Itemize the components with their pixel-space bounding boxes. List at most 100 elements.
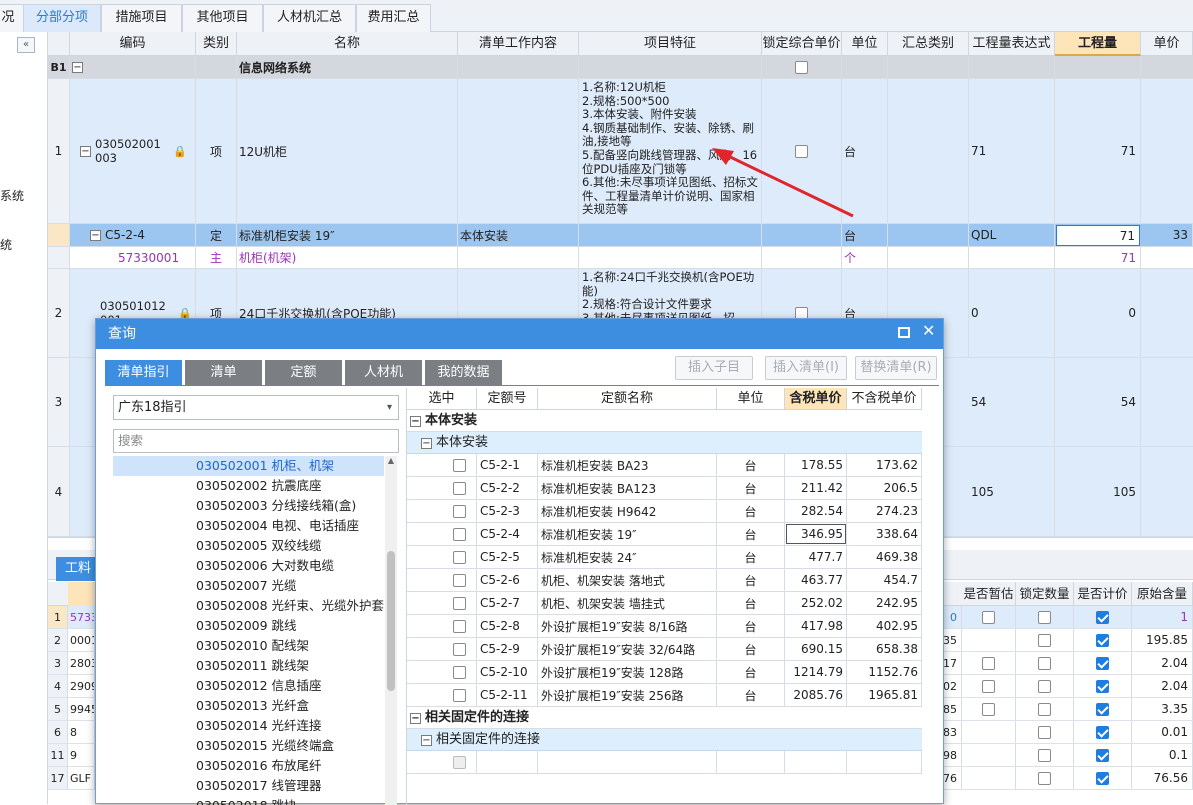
provisional-checkbox[interactable] [962, 767, 1016, 789]
checkbox[interactable] [453, 481, 466, 495]
checkbox[interactable] [1096, 702, 1109, 716]
col-header-name[interactable]: 名称 [237, 32, 458, 56]
table-row[interactable]: 1 − 030502001003 🔒 项 12U机柜 1.名称:12U机柜 2.… [48, 79, 1193, 224]
quota-row[interactable]: C5-2-10 外设扩展柜19″安装 128路台 1214.79 1152.76 [407, 661, 922, 684]
checkbox[interactable] [453, 619, 466, 633]
tab-labor-material[interactable]: 人材机 [345, 360, 422, 385]
tree-item[interactable]: 030502016 布放尾纤 [113, 756, 384, 776]
group-row[interactable]: − 本体安装 [407, 410, 922, 432]
lock-qty-checkbox[interactable] [1016, 606, 1074, 628]
replace-bill-button[interactable]: 替换清单(R) [855, 356, 937, 380]
table-row[interactable]: 57330001 主 机柜(机架) 个 71 [48, 247, 1193, 269]
col-header-unit[interactable]: 单位 [842, 32, 888, 56]
provisional-checkbox[interactable] [962, 721, 1016, 743]
quota-row[interactable]: C5-2-5 标准机柜安装 24″ 台 477.7 469.38 [407, 546, 922, 569]
checkbox[interactable] [1096, 656, 1109, 670]
lock-price-checkbox[interactable] [762, 56, 842, 78]
guide-select[interactable]: 广东18指引 ▾ [113, 395, 399, 420]
tab-other-items[interactable]: 其他项目 [182, 4, 263, 32]
col-header-code[interactable]: 编码 [70, 32, 196, 56]
scrollbar-thumb[interactable] [387, 551, 395, 691]
provisional-checkbox[interactable] [962, 652, 1016, 674]
quota-row-empty[interactable] [407, 751, 922, 774]
quota-row[interactable]: C5-2-1 标准机柜安装 BA23 台 178.55 173.62 [407, 454, 922, 477]
quota-row[interactable]: C5-2-11 外设扩展柜19″安装 256路台 2085.76 1965.81 [407, 684, 922, 707]
tree-item[interactable]: 030502005 双绞线缆 [113, 536, 384, 556]
checkbox[interactable] [453, 527, 466, 541]
collapse-icon[interactable]: − [80, 145, 91, 157]
col-header-select[interactable]: 选中 [407, 388, 477, 410]
checkbox[interactable] [453, 755, 466, 769]
collapse-icon[interactable]: − [410, 416, 421, 427]
insert-bill-button[interactable]: 插入清单(I) [765, 356, 847, 380]
provisional-checkbox[interactable] [962, 744, 1016, 766]
select-checkbox[interactable] [407, 592, 477, 614]
select-checkbox[interactable] [407, 615, 477, 637]
quota-row[interactable]: C5-2-4 标准机柜安装 19″ 台 346.95 338.64 [407, 523, 922, 546]
scroll-up-icon[interactable]: ▲ [385, 456, 397, 468]
select-checkbox[interactable] [407, 569, 477, 591]
tab-bill-guide[interactable]: 清单指引 [105, 360, 182, 385]
left-nav-item[interactable]: 系统 [0, 187, 24, 204]
priced-checkbox[interactable] [1074, 606, 1132, 628]
tree-item[interactable]: 030502002 抗震底座 [113, 476, 384, 496]
col-header-type[interactable]: 类别 [196, 32, 237, 56]
select-checkbox[interactable] [407, 684, 477, 706]
lock-qty-checkbox[interactable] [1016, 698, 1074, 720]
checkbox[interactable] [1096, 679, 1109, 693]
col-header-quota-no[interactable]: 定额号 [477, 388, 538, 410]
lock-qty-checkbox[interactable] [1016, 652, 1074, 674]
tree-item[interactable]: 030502017 线管理器 [113, 776, 384, 796]
tab-materials[interactable]: 工料 [56, 557, 100, 581]
quota-row[interactable]: C5-2-7 机柜、机架安装 墙挂式台 252.02 242.95 [407, 592, 922, 615]
checkbox[interactable] [982, 679, 995, 693]
tree-item[interactable]: 030502004 电视、电话插座 [113, 516, 384, 536]
lock-qty-checkbox[interactable] [1016, 721, 1074, 743]
col-header-qty-expr[interactable]: 工程量表达式 [969, 32, 1055, 56]
lock-qty-checkbox[interactable] [1016, 767, 1074, 789]
checkbox[interactable] [1038, 610, 1051, 624]
select-checkbox[interactable] [407, 454, 477, 476]
priced-checkbox[interactable] [1074, 721, 1132, 743]
collapse-icon[interactable]: − [421, 735, 432, 746]
maximize-icon[interactable] [898, 327, 910, 338]
col-header-original-content[interactable]: 原始含量 [1132, 582, 1193, 606]
group-toggle[interactable]: − [70, 56, 196, 78]
provisional-checkbox[interactable] [962, 698, 1016, 720]
col-header-lock-qty[interactable]: 锁定数量 [1016, 582, 1074, 606]
select-checkbox[interactable] [407, 661, 477, 683]
select-checkbox[interactable] [407, 523, 477, 545]
subgroup-row[interactable]: − 相关固定件的连接 [407, 729, 922, 751]
insert-sub-item-button[interactable]: 插入子目 [675, 356, 753, 380]
tab-overview[interactable]: 况 [0, 4, 24, 32]
col-header-unit-price[interactable]: 单价 [1141, 32, 1193, 56]
tree-item[interactable]: 030502015 光缆终端盒 [113, 736, 384, 756]
tree-item[interactable]: 030502011 跳线架 [113, 656, 384, 676]
checkbox[interactable] [453, 504, 466, 518]
tree-item[interactable]: 030502001 机柜、机架 [113, 456, 384, 476]
lock-qty-checkbox[interactable] [1016, 744, 1074, 766]
checkbox[interactable] [1038, 633, 1051, 647]
collapse-icon[interactable]: − [410, 713, 421, 724]
checkbox[interactable] [453, 642, 466, 656]
col-header-quantity[interactable]: 工程量 [1055, 32, 1141, 56]
tab-labor-material-summary[interactable]: 人材机汇总 [263, 4, 356, 32]
col-header-lock-price[interactable]: 锁定综合单价 [762, 32, 842, 56]
group-row[interactable]: − 相关固定件的连接 [407, 707, 922, 729]
col-header-is-provisional[interactable]: 是否暂估 [962, 582, 1016, 606]
collapse-panel-icon[interactable]: « [17, 37, 35, 53]
priced-checkbox[interactable] [1074, 767, 1132, 789]
tree-item[interactable]: 030502007 光缆 [113, 576, 384, 596]
tree-item[interactable]: 030502006 大对数电缆 [113, 556, 384, 576]
col-header-work-content[interactable]: 清单工作内容 [458, 32, 579, 56]
provisional-checkbox[interactable] [962, 606, 1016, 628]
checkbox[interactable] [453, 596, 466, 610]
subgroup-row[interactable]: − 本体安装 [407, 432, 922, 454]
left-nav-item[interactable]: 统 [0, 236, 12, 253]
table-row-selected[interactable]: − C5-2-4 定 标准机柜安装 19″ 本体安装 台 QDL 71 33 [48, 224, 1193, 247]
col-header-tax-price[interactable]: 含税单价 [785, 388, 847, 410]
checkbox[interactable] [1038, 771, 1051, 785]
checkbox[interactable] [1096, 725, 1109, 739]
lock-qty-checkbox[interactable] [1016, 675, 1074, 697]
collapse-icon[interactable]: − [90, 229, 101, 241]
